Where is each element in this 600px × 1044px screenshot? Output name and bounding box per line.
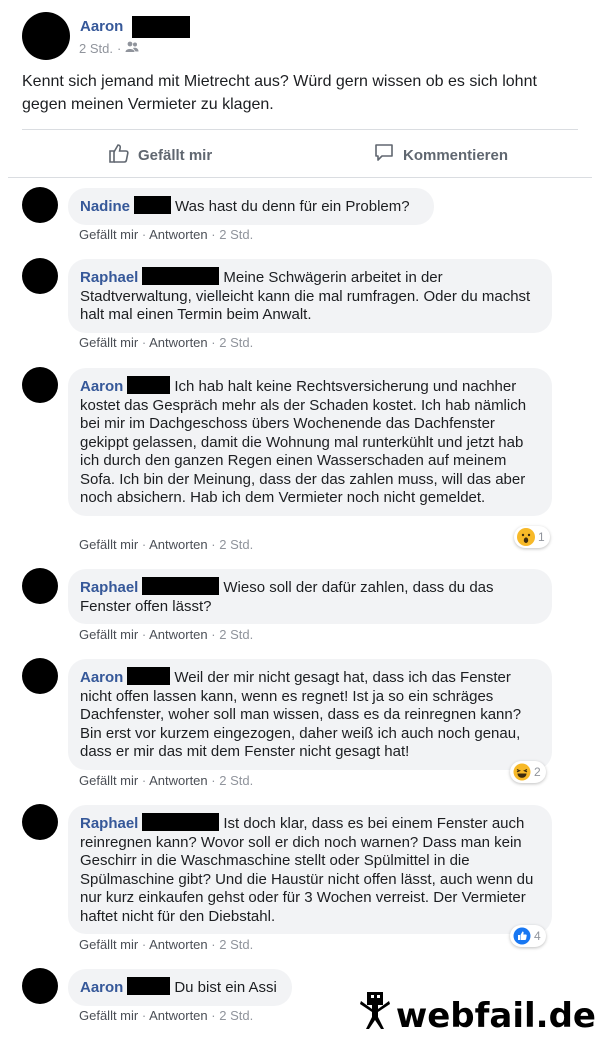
comment-bubble: Nadine Was hast du denn für ein Problem? xyxy=(68,188,434,225)
divider xyxy=(8,177,592,178)
comment-avatar[interactable] xyxy=(22,658,58,694)
reaction-number: 1 xyxy=(538,530,545,544)
comment-bubble: Raphael Wieso soll der dafür zahlen, dass… xyxy=(68,569,552,624)
redaction-bar xyxy=(142,577,220,595)
friends-icon xyxy=(125,41,139,56)
redaction-bar xyxy=(131,16,190,38)
comment-time[interactable]: 2 Std. xyxy=(219,937,253,952)
comment-like-link[interactable]: Gefällt mir xyxy=(79,1008,138,1023)
comment-avatar[interactable] xyxy=(22,804,58,840)
comment-avatar[interactable] xyxy=(22,568,58,604)
post-text: Kennt sich jemand mit Mietrecht aus? Wür… xyxy=(22,73,537,113)
watermark-text: webfail.de xyxy=(395,995,596,1036)
comment-text: Was hast du denn für ein Problem? xyxy=(175,198,410,215)
post-header: Aaron xyxy=(80,16,190,38)
like-emoji-icon xyxy=(513,927,531,945)
comment-actions: Gefällt mir · Antworten · 2 Std. xyxy=(79,537,254,552)
comment-time[interactable]: 2 Std. xyxy=(219,773,253,788)
comment-avatar[interactable] xyxy=(22,367,58,403)
comment-actions: Gefällt mir · Antworten · 2 Std. xyxy=(79,227,254,242)
comment-avatar[interactable] xyxy=(22,968,58,1004)
post-author-name[interactable]: Aaron xyxy=(80,18,123,35)
reaction-count[interactable]: 2 xyxy=(510,761,546,783)
comment-time[interactable]: 2 Std. xyxy=(219,627,253,642)
reaction-number: 2 xyxy=(534,765,541,779)
reaction-number: 4 xyxy=(534,929,541,943)
comment-actions: Gefällt mir · Antworten · 2 Std. xyxy=(79,937,254,952)
redaction-bar xyxy=(127,667,171,685)
like-button[interactable]: Gefällt mir xyxy=(108,142,212,168)
comment-text: Ist doch klar, dass es bei einem Fenster… xyxy=(80,815,534,925)
redaction-bar xyxy=(127,376,171,394)
comment-like-link[interactable]: Gefällt mir xyxy=(79,627,138,642)
comment-reply-link[interactable]: Antworten xyxy=(149,335,208,350)
comment-text: Du bist ein Assi xyxy=(174,979,277,996)
thumbs-up-icon xyxy=(108,142,130,168)
comment-like-link[interactable]: Gefällt mir xyxy=(79,773,138,788)
comment-label: Kommentieren xyxy=(403,146,509,164)
comment-actions: Gefällt mir · Antworten · 2 Std. xyxy=(79,1008,254,1023)
comment-avatar[interactable] xyxy=(22,258,58,294)
speech-bubble-icon xyxy=(373,142,395,168)
reaction-count[interactable]: 1 xyxy=(514,526,550,548)
comment-like-link[interactable]: Gefällt mir xyxy=(79,335,138,350)
watermark: webfail.de xyxy=(358,991,596,1040)
comment-bubble: Aaron Ich hab halt keine Rechtsversicheru… xyxy=(68,368,552,516)
comment-bubble: Aaron Weil der mir nicht gesagt hat, dass… xyxy=(68,659,552,770)
comment-like-link[interactable]: Gefällt mir xyxy=(79,227,138,242)
comment-time[interactable]: 2 Std. xyxy=(219,227,253,242)
comment-actions: Gefällt mir · Antworten · 2 Std. xyxy=(79,773,254,788)
comment-author[interactable]: Aaron xyxy=(80,669,123,686)
comment-button[interactable]: Kommentieren xyxy=(373,142,508,168)
reaction-count[interactable]: 4 xyxy=(510,925,546,947)
comment-author[interactable]: Raphael xyxy=(80,579,138,596)
post-time[interactable]: 2 Std. xyxy=(79,41,113,56)
webfail-mascot-icon xyxy=(358,991,392,1040)
comment-author[interactable]: Raphael xyxy=(80,269,138,286)
comment-reply-link[interactable]: Antworten xyxy=(149,227,208,242)
comment-text: Ich hab halt keine Rechtsversicherung un… xyxy=(80,378,527,506)
post-author-avatar[interactable] xyxy=(22,12,70,60)
comment-like-link[interactable]: Gefällt mir xyxy=(79,937,138,952)
comment-reply-link[interactable]: Antworten xyxy=(149,1008,208,1023)
haha-emoji-icon xyxy=(513,763,531,781)
like-label: Gefällt mir xyxy=(138,146,213,164)
redaction-bar xyxy=(134,196,172,214)
comment-reply-link[interactable]: Antworten xyxy=(149,937,208,952)
divider xyxy=(22,129,578,130)
comment-bubble: Raphael Meine Schwägerin arbeitet in der … xyxy=(68,259,552,333)
comment-author[interactable]: Aaron xyxy=(80,378,123,395)
comment-time[interactable]: 2 Std. xyxy=(219,1008,253,1023)
redaction-bar xyxy=(142,267,220,285)
wow-emoji-icon xyxy=(517,528,535,546)
comment-author[interactable]: Nadine xyxy=(80,198,130,215)
comment-bubble: Raphael Ist doch klar, dass es bei einem … xyxy=(68,805,552,934)
comment-like-link[interactable]: Gefällt mir xyxy=(79,537,138,552)
comment-bubble: Aaron Du bist ein Assi xyxy=(68,969,292,1006)
redaction-bar xyxy=(142,813,220,831)
comment-avatar[interactable] xyxy=(22,187,58,223)
comment-reply-link[interactable]: Antworten xyxy=(149,537,208,552)
comment-reply-link[interactable]: Antworten xyxy=(149,773,208,788)
comment-actions: Gefällt mir · Antworten · 2 Std. xyxy=(79,335,254,350)
comment-time[interactable]: 2 Std. xyxy=(219,537,253,552)
comment-reply-link[interactable]: Antworten xyxy=(149,627,208,642)
comment-author[interactable]: Raphael xyxy=(80,815,138,832)
redaction-bar xyxy=(127,977,171,995)
comment-author[interactable]: Aaron xyxy=(80,979,123,996)
post-meta: 2 Std. · xyxy=(79,41,139,56)
comment-time[interactable]: 2 Std. xyxy=(219,335,253,350)
comment-actions: Gefällt mir · Antworten · 2 Std. xyxy=(79,627,254,642)
